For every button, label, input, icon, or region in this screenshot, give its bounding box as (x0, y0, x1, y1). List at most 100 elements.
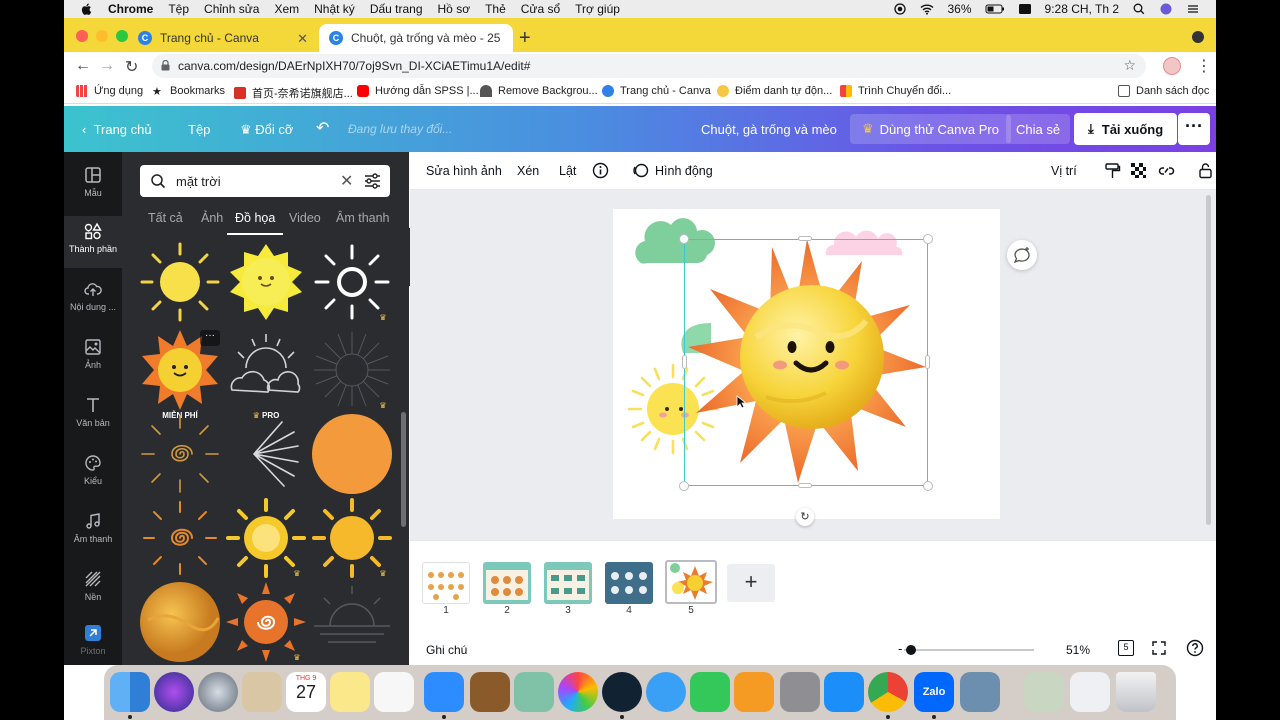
menu-file[interactable]: Tệp (168, 2, 189, 16)
resize-handle-bottom-right[interactable] (923, 481, 933, 491)
graphic-sun-glow[interactable]: ♛ (224, 496, 308, 580)
tab-audio[interactable]: Âm thanh (336, 211, 390, 225)
share-button[interactable]: Chia sẻ (1006, 114, 1071, 144)
menu-window[interactable]: Cửa sổ (521, 2, 560, 16)
documents-stack-icon[interactable] (1070, 672, 1110, 712)
lock-icon[interactable] (161, 60, 170, 71)
file-menu[interactable]: Tệp (188, 122, 210, 137)
zoom-slider[interactable] (904, 645, 1034, 655)
graphic-sun-swirl[interactable] (138, 496, 222, 580)
page-thumb-2[interactable] (483, 562, 531, 604)
page-thumb-3[interactable] (544, 562, 592, 604)
reminders-icon[interactable] (374, 672, 414, 712)
keyboard-input-icon[interactable] (1018, 3, 1032, 15)
rail-pixton[interactable]: Pixton (64, 624, 122, 664)
messages-icon[interactable] (646, 672, 686, 712)
rail-templates[interactable]: Mẫu (64, 164, 122, 208)
graphic-sun-orange-circle[interactable] (310, 412, 394, 496)
home-link[interactable]: ‹ Trang chủ (82, 122, 152, 137)
menu-tab[interactable]: Thẻ (485, 2, 506, 16)
launchpad-icon[interactable] (198, 672, 238, 712)
rail-uploads[interactable]: Nội dung ... (64, 280, 122, 324)
url-field[interactable]: canva.com/design/DAErNpIXH70/7oj9Svn_DI-… (152, 54, 1146, 78)
graphic-sunset-outline[interactable] (310, 580, 394, 664)
page-thumb-1[interactable] (422, 562, 470, 604)
info-icon[interactable] (592, 162, 609, 179)
rail-styles[interactable]: Kiểu (64, 454, 122, 498)
rail-background[interactable]: Nền (64, 570, 122, 614)
rail-photos[interactable]: Ảnh (64, 338, 122, 382)
notes-app-icon[interactable] (330, 672, 370, 712)
control-center-icon[interactable] (1186, 3, 1200, 15)
battery-icon[interactable] (985, 3, 1005, 15)
more-options-button[interactable]: ··· (1178, 113, 1210, 145)
flip-button[interactable]: Lật (559, 164, 576, 178)
bookmark-converter[interactable]: Trình Chuyển đổi... (840, 85, 951, 97)
close-window-button[interactable] (76, 30, 88, 42)
zoom-app-icon[interactable] (424, 672, 464, 712)
rotate-handle-icon[interactable]: ↻ (796, 508, 814, 526)
new-tab-button[interactable]: + (519, 27, 531, 50)
fullscreen-icon[interactable] (1151, 640, 1167, 656)
resize-handle-top-left[interactable] (679, 234, 689, 244)
zoom-slider-knob[interactable] (906, 645, 916, 655)
graphic-sun-cute[interactable] (224, 240, 308, 324)
bookmark-bookmarks[interactable]: ★ Bookmarks (152, 85, 225, 98)
downloads-stack-icon[interactable] (1024, 672, 1064, 712)
chrome-menu-icon[interactable]: ⋮ (1196, 56, 1212, 76)
wifi-icon[interactable] (920, 3, 934, 15)
tab-canva-home[interactable]: C Trang chủ - Canva ✕ (128, 24, 318, 52)
menu-help[interactable]: Trợ giúp (575, 2, 620, 16)
transparency-icon[interactable] (1130, 162, 1147, 179)
add-comment-button[interactable] (1007, 240, 1037, 270)
mail-eagle-icon[interactable] (242, 672, 282, 712)
tab-photos[interactable]: Ảnh (201, 211, 223, 225)
zoom-out-icon[interactable]: - (898, 641, 902, 656)
close-tab-icon[interactable]: ✕ (297, 31, 308, 47)
link-icon[interactable] (1158, 162, 1175, 179)
clock[interactable]: 9:28 CH, Th 2 (1045, 2, 1119, 16)
more-options-icon[interactable]: ··· (200, 330, 220, 346)
graphic-sun-spiral-orange[interactable]: ♛ (224, 580, 308, 664)
siri-icon[interactable] (154, 672, 194, 712)
add-page-button[interactable]: + (727, 564, 775, 602)
graphic-rays-lines[interactable] (224, 412, 308, 496)
graphic-sun-spiral[interactable] (138, 412, 222, 496)
resize-button[interactable]: ♛ Đổi cỡ (240, 122, 293, 138)
forward-icon[interactable]: → (99, 57, 115, 75)
graphic-sun-rays[interactable]: ♛ (310, 328, 394, 412)
graphic-sun-texture[interactable] (138, 580, 222, 664)
zoom-level[interactable]: 51% (1066, 643, 1090, 657)
design-page[interactable] (613, 209, 1000, 519)
zalo-icon[interactable]: Zalo (914, 672, 954, 712)
panel-scrollbar[interactable] (401, 412, 406, 527)
resize-handle-top-right[interactable] (923, 234, 933, 244)
tab-search-icon[interactable] (1192, 31, 1204, 43)
undo-icon[interactable]: ↶ (316, 118, 329, 138)
menu-bookmarks[interactable]: Dấu trang (370, 2, 423, 16)
books-icon[interactable] (734, 672, 774, 712)
resize-handle-top[interactable] (798, 236, 812, 241)
resize-handle-bottom[interactable] (798, 483, 812, 488)
unlock-icon[interactable] (1197, 162, 1214, 179)
record-icon[interactable] (893, 3, 907, 15)
paint-roller-icon[interactable] (1104, 162, 1121, 179)
finder-icon[interactable] (110, 672, 150, 712)
menu-view[interactable]: Xem (274, 2, 299, 16)
page-count-button[interactable]: 5 (1118, 640, 1134, 656)
resize-handle-left[interactable] (682, 355, 687, 369)
bookmark-apps[interactable]: Ứng dụng (76, 85, 143, 97)
spotlight-search-icon[interactable] (1132, 3, 1146, 15)
system-preferences-icon[interactable] (780, 672, 820, 712)
notebook-icon[interactable] (470, 672, 510, 712)
edit-image-button[interactable]: Sửa hình ảnh (426, 164, 502, 178)
design-title[interactable]: Chuột, gà trống và mèo (701, 122, 837, 137)
rail-text[interactable]: Văn bản (64, 396, 122, 440)
bookmark-spss[interactable]: Hướng dẫn SPSS |... (357, 85, 479, 97)
menu-edit[interactable]: Chỉnh sửa (204, 2, 259, 16)
rail-audio[interactable]: Âm thanh (64, 512, 122, 556)
maximize-window-button[interactable] (116, 30, 128, 42)
bookmark-star-icon[interactable]: ☆ (1123, 57, 1136, 74)
back-icon[interactable]: ← (75, 57, 91, 75)
menu-profile[interactable]: Hồ sơ (438, 2, 471, 16)
